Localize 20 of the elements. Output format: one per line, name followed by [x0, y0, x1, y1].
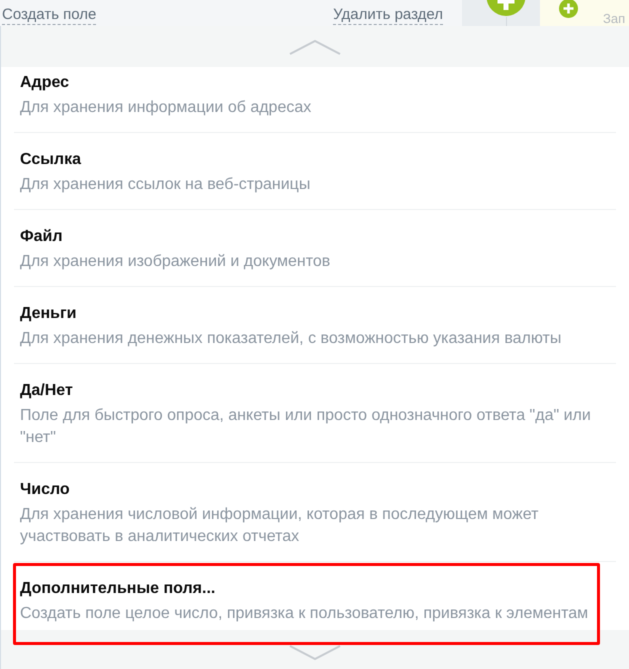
- option-description: Для хранения информации об адресах: [20, 98, 312, 118]
- option-description: Поле для быстрого опроса, анкеты или просто однозначного ответа "да" или "нет": [20, 406, 592, 448]
- option-title[interactable]: Адрес: [20, 71, 600, 95]
- toolbar-link[interactable]: Создать поле: [2, 6, 96, 25]
- option-title[interactable]: Да/Нет: [20, 379, 600, 403]
- option-description: Для хранения денежных показателей, с возможностью указания валюты: [20, 329, 562, 349]
- add-icon[interactable]: [559, 0, 578, 18]
- option-description: Для хранения изображений и документов: [20, 252, 332, 272]
- option-title[interactable]: Дополнительные поля...: [20, 577, 600, 601]
- option-title[interactable]: Деньги: [20, 302, 600, 326]
- option-title[interactable]: Файл: [20, 225, 600, 249]
- toolbar-link[interactable]: Удалить раздел: [333, 6, 443, 25]
- option-title[interactable]: Число: [20, 478, 600, 502]
- option-description: Для хранения числовой информации, которая в последующем может участвовать в аналитических отчетах: [20, 505, 540, 547]
- chevron-down-icon[interactable]: [289, 645, 341, 660]
- option-description: Создать поле целое число, привязка к пользователю, привязка к элементам: [20, 604, 590, 624]
- option-title[interactable]: Ссылка: [20, 148, 600, 172]
- option-description: Для хранения ссылок на веб-страницы: [20, 175, 312, 195]
- chevron-up-icon[interactable]: [289, 40, 341, 55]
- side-label: Зап: [603, 11, 626, 26]
